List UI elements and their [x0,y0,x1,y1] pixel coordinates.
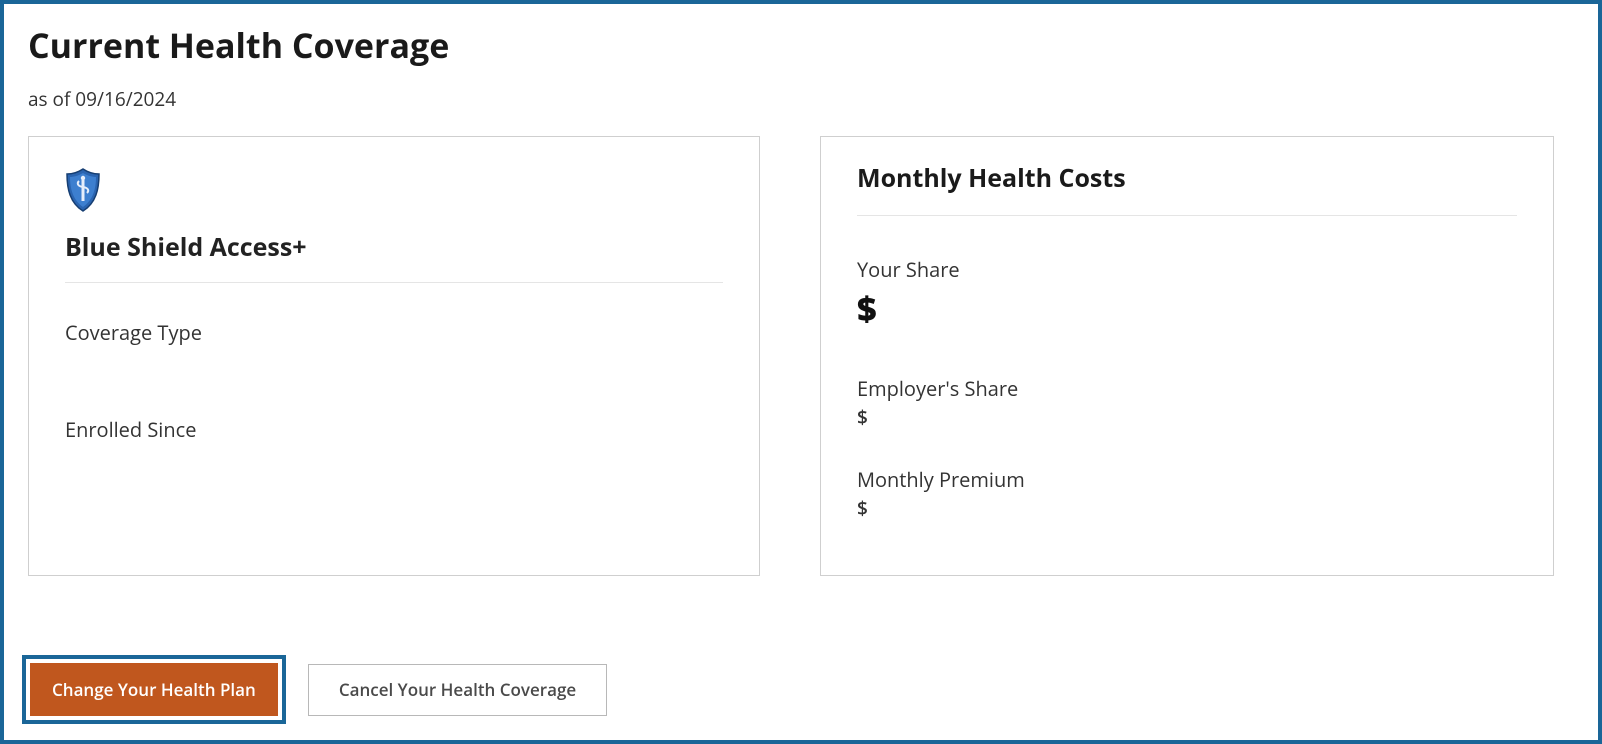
cancel-coverage-button[interactable]: Cancel Your Health Coverage [308,664,607,716]
actions-row: Change Your Health Plan Cancel Your Heal… [22,655,607,724]
your-share-value: $ [857,285,1517,331]
page-frame: Current Health Coverage as of 09/16/2024… [0,0,1602,744]
enrolled-since-label: Enrolled Since [65,416,723,443]
monthly-costs-card: Monthly Health Costs Your Share $ Employ… [820,136,1554,576]
monthly-premium-value: $ [857,495,1517,521]
plan-card: Blue Shield Access+ Coverage Type Enroll… [28,136,760,576]
as-of-date: as of 09/16/2024 [28,86,1574,112]
change-plan-button[interactable]: Change Your Health Plan [30,663,278,716]
coverage-type-label: Coverage Type [65,319,723,346]
employer-share-value: $ [857,404,1517,430]
blue-shield-icon [65,167,723,218]
employer-share-label: Employer's Share [857,375,1517,402]
plan-name: Blue Shield Access+ [65,230,723,283]
change-plan-highlight: Change Your Health Plan [22,655,286,724]
monthly-costs-title: Monthly Health Costs [857,161,1517,216]
page-title: Current Health Coverage [28,22,1574,68]
monthly-premium-label: Monthly Premium [857,466,1517,493]
cards-row: Blue Shield Access+ Coverage Type Enroll… [28,136,1574,576]
your-share-label: Your Share [857,256,1517,283]
